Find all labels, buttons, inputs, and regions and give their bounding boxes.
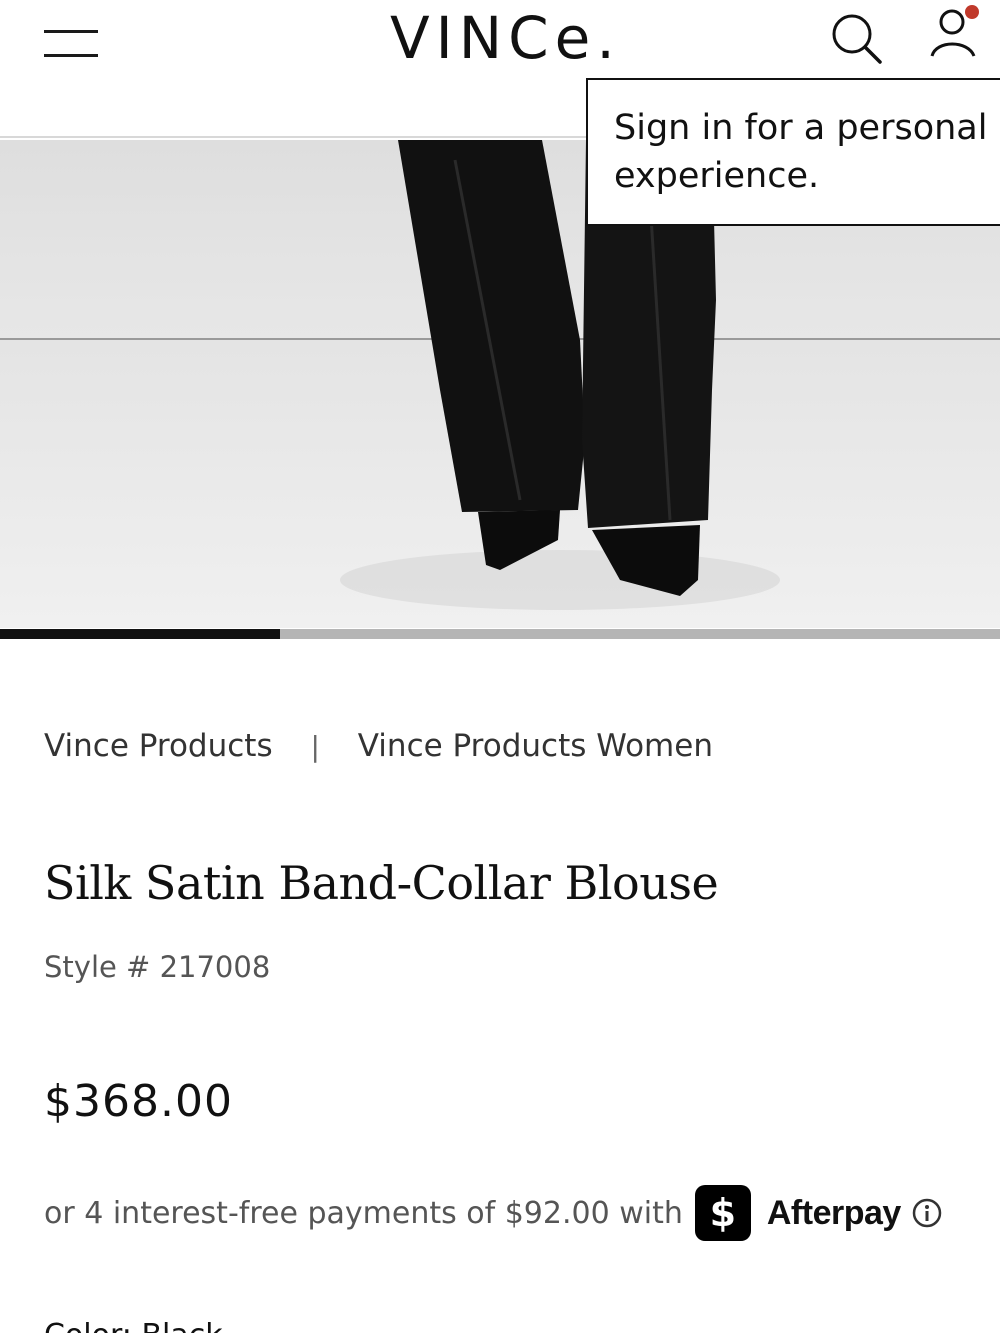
notification-dot xyxy=(965,5,979,19)
product-price: $368.00 xyxy=(44,1076,233,1127)
afterpay-text: or 4 interest-free payments of $92.00 wi… xyxy=(44,1195,683,1231)
tooltip-line-1: Sign in for a personal xyxy=(614,108,988,148)
color-label: Color: Black xyxy=(44,1318,284,1333)
carousel-progress-fill xyxy=(0,629,280,639)
cash-app-icon: $ xyxy=(694,1185,751,1241)
info-icon[interactable] xyxy=(911,1197,943,1229)
breadcrumb: Vince Products | Vince Products Women xyxy=(44,728,713,764)
sign-in-tooltip[interactable]: Sign in for a personal experience. xyxy=(586,78,1000,226)
breadcrumb-item-vince-products[interactable]: Vince Products xyxy=(44,728,273,764)
account-icon[interactable] xyxy=(928,4,984,66)
tooltip-line-2: experience. xyxy=(614,156,820,196)
breadcrumb-item-vince-products-women[interactable]: Vince Products Women xyxy=(358,728,713,764)
brand-logo[interactable]: VINCe. xyxy=(390,4,621,72)
breadcrumb-separator: | xyxy=(310,730,320,763)
hamburger-menu-icon[interactable] xyxy=(44,26,98,60)
style-number: Style # 217008 xyxy=(44,950,271,984)
product-title: Silk Satin Band-Collar Blouse xyxy=(44,856,719,910)
afterpay-installments: or 4 interest-free payments of $92.00 wi… xyxy=(44,1185,943,1241)
search-icon[interactable] xyxy=(828,10,884,66)
afterpay-logo: Afterpay xyxy=(766,1193,901,1232)
carousel-progress-track[interactable] xyxy=(0,629,1000,639)
color-label-peek: Color: Black xyxy=(44,1318,284,1333)
